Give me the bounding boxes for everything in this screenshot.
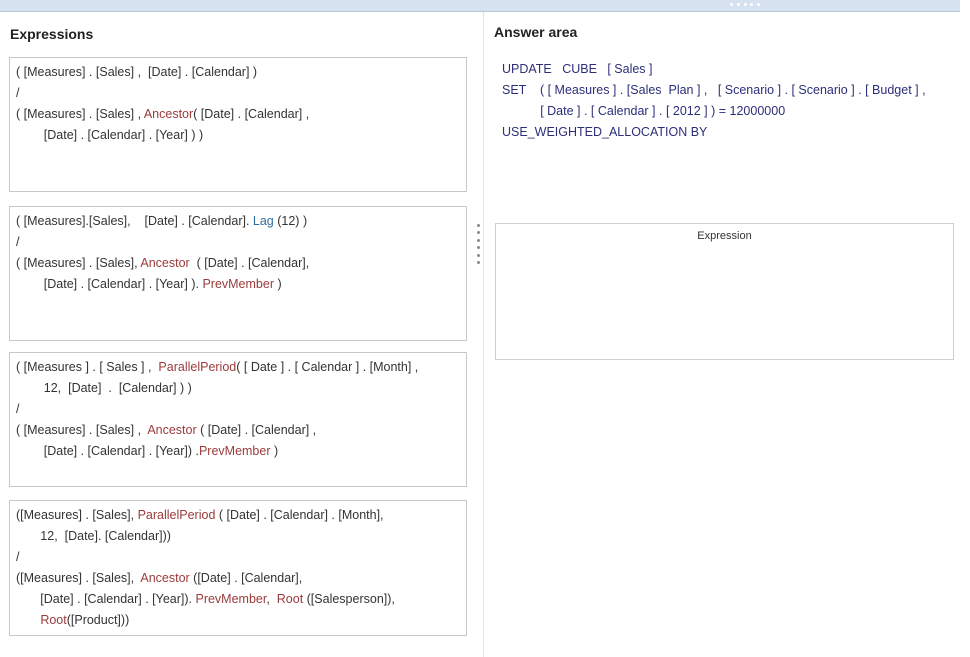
expression-text: [Date] . [Calendar] . [Year] ).	[16, 277, 203, 291]
expression-line: Root([Product]))	[16, 610, 460, 631]
expression-line: ( [Measures].[Sales], [Date] . [Calendar…	[16, 211, 460, 232]
code-line: SET ( [ Measures ] . [Sales Plan ] , [ S…	[502, 83, 926, 97]
expression-text: 12, [Date] . [Calendar] ) )	[16, 381, 192, 395]
expression-text: ( [Measures].[Sales], [Date] . [Calendar…	[16, 214, 253, 228]
expression-text: ( [Measures] . [Sales],	[16, 256, 141, 270]
expression-text: ( [Date] . [Calendar],	[189, 256, 310, 270]
expression-text: ([Measures] . [Sales],	[16, 571, 141, 585]
expression-line: ( [Measures] . [Sales] , [Date] . [Calen…	[16, 62, 460, 83]
function-keyword: Root	[276, 592, 304, 606]
expression-text: ( [Measures] . [Sales] ,	[16, 107, 144, 121]
expressions-heading: Expressions	[10, 26, 94, 42]
expression-text: ([Salesperson]),	[303, 592, 395, 606]
drop-zone-label: Expression	[697, 230, 752, 242]
expression-text: ( [Date] . [Calendar] ,	[196, 423, 317, 437]
function-keyword: Ancestor	[143, 107, 194, 121]
expression-line: ([Measures] . [Sales], Ancestor ([Date] …	[16, 568, 460, 589]
expression-text: 12, [Date]. [Calendar]))	[16, 529, 171, 543]
expression-line: [Date] . [Calendar] . [Year] ) )	[16, 125, 460, 146]
expression-text: [Date] . [Calendar] . [Year]).	[16, 592, 196, 606]
code-line: [ Date ] . [ Calendar ] . [ 2012 ] ) = 1…	[502, 104, 786, 118]
expression-text: /	[16, 86, 20, 100]
expression-text: /	[16, 550, 20, 564]
code-line: UPDATE CUBE [ Sales ]	[502, 62, 653, 76]
expression-text: ( [Date] . [Calendar] ,	[193, 107, 310, 121]
expression-line: 12, [Date] . [Calendar] ) )	[16, 378, 460, 399]
expression-drop-zone[interactable]: Expression	[495, 223, 954, 360]
expression-line: /	[16, 83, 460, 104]
expression-text: [Date] . [Calendar] . [Year] ) )	[16, 128, 204, 142]
expression-text: ( [Date] . [Calendar] . [Month],	[215, 508, 384, 522]
expression-text: /	[16, 235, 20, 249]
expression-line: ([Measures] . [Sales], ParallelPeriod ( …	[16, 505, 460, 526]
expression-line: /	[16, 547, 460, 568]
expression-text	[16, 613, 40, 627]
function-keyword: Ancestor	[140, 571, 190, 585]
expression-line: ( [Measures] . [Sales] , Ancestor( [Date…	[16, 104, 460, 125]
mdx-code-block: UPDATE CUBE [ Sales ] SET ( [ Measures ]…	[502, 59, 926, 143]
expression-text: )	[273, 277, 282, 291]
expression-text: ( [Measures] . [Sales] , [Date] . [Calen…	[16, 65, 258, 79]
function-keyword: Ancestor	[147, 423, 197, 437]
resize-grip-icon[interactable]	[730, 3, 760, 8]
expression-line: /	[16, 232, 460, 253]
expression-line: ( [Measures] . [Sales], Ancestor ( [Date…	[16, 253, 460, 274]
top-bar	[0, 0, 960, 12]
function-keyword: Ancestor	[140, 256, 190, 270]
function-keyword: PrevMember	[202, 277, 274, 291]
expression-text: ,	[266, 592, 277, 606]
expression-text: ([Product]))	[66, 613, 130, 627]
expression-line: /	[16, 399, 460, 420]
expression-text: ( [Measures ] . [ Sales ] ,	[16, 360, 159, 374]
expression-text: ([Measures] . [Sales],	[16, 508, 138, 522]
expression-line: ( [Measures ] . [ Sales ] , ParallelPeri…	[16, 357, 460, 378]
expression-option-3[interactable]: ( [Measures ] . [ Sales ] , ParallelPeri…	[9, 352, 467, 487]
expression-text: ([Date] . [Calendar],	[189, 571, 303, 585]
expression-option-4[interactable]: ([Measures] . [Sales], ParallelPeriod ( …	[9, 500, 467, 636]
expression-line: [Date] . [Calendar] . [Year]) .PrevMembe…	[16, 441, 460, 462]
expression-line: [Date] . [Calendar] . [Year]). PrevMembe…	[16, 589, 460, 610]
function-keyword: Lag	[252, 214, 274, 228]
answer-area-heading: Answer area	[494, 24, 578, 40]
function-keyword: PrevMember	[195, 592, 267, 606]
panel-divider[interactable]	[483, 12, 484, 657]
expression-option-2[interactable]: ( [Measures].[Sales], [Date] . [Calendar…	[9, 206, 467, 341]
splitter-grip-icon[interactable]	[476, 224, 480, 264]
expression-text: )	[270, 444, 279, 458]
expression-text: ( [Measures] . [Sales] ,	[16, 423, 148, 437]
function-keyword: PrevMember	[198, 444, 271, 458]
expression-text: (12) )	[273, 214, 308, 228]
expression-line: ( [Measures] . [Sales] , Ancestor ( [Dat…	[16, 420, 460, 441]
expression-text: [Date] . [Calendar] . [Year]) .	[16, 444, 199, 458]
expression-line: 12, [Date]. [Calendar]))	[16, 526, 460, 547]
function-keyword: ParallelPeriod	[158, 360, 237, 374]
function-keyword: Root	[40, 613, 67, 627]
expression-line: [Date] . [Calendar] . [Year] ). PrevMemb…	[16, 274, 460, 295]
expression-text: ( [ Date ] . [ Calendar ] . [Month] ,	[236, 360, 419, 374]
expression-option-1[interactable]: ( [Measures] . [Sales] , [Date] . [Calen…	[9, 57, 467, 192]
code-line: USE_WEIGHTED_ALLOCATION BY	[502, 125, 708, 139]
expression-text: /	[16, 402, 20, 416]
function-keyword: ParallelPeriod	[137, 508, 216, 522]
